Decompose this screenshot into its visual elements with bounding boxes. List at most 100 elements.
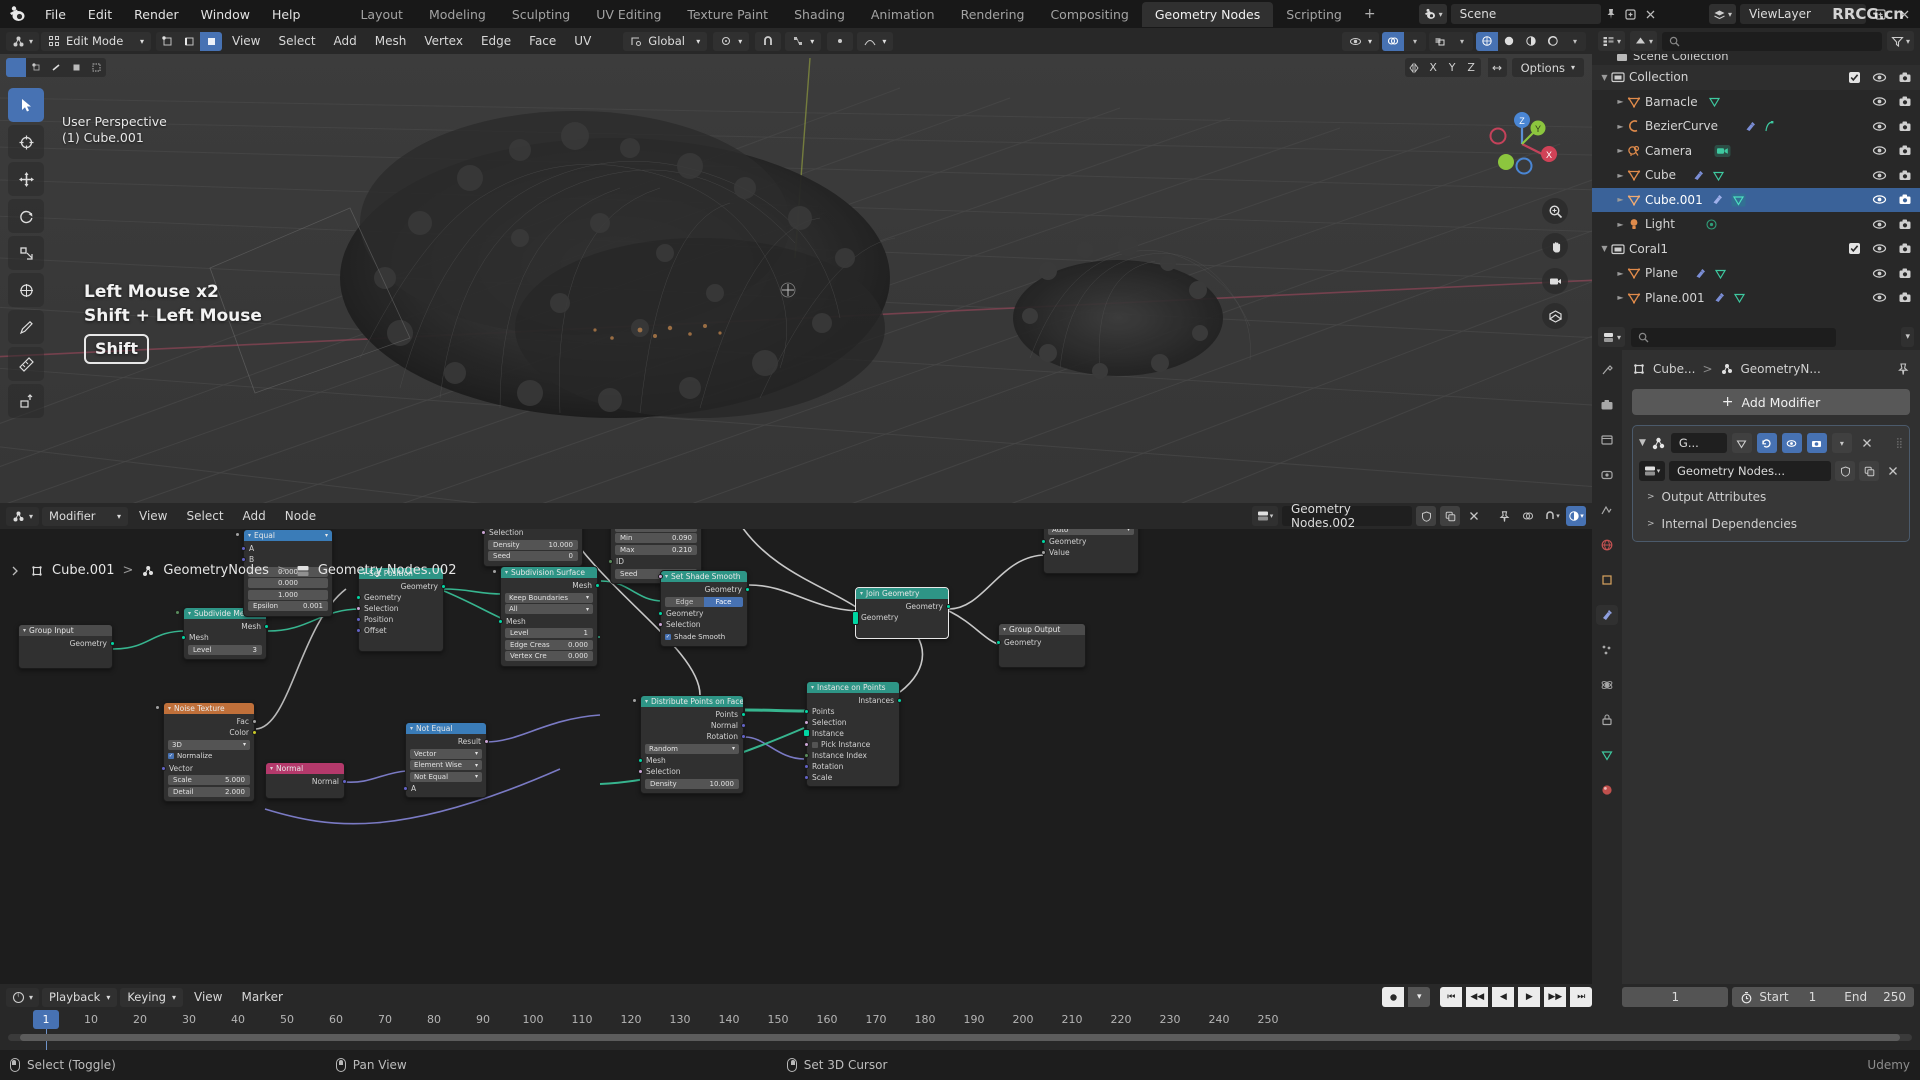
socket-value[interactable]	[1041, 550, 1046, 555]
modifier-panel[interactable]: ▼ G... ▾ ⣿ ▾ Geometry Nodes... > Output …	[1632, 425, 1910, 542]
socket-vector[interactable]	[741, 723, 746, 728]
socket-boolean[interactable]	[658, 574, 663, 579]
id-type-icon[interactable]: ▾	[1630, 31, 1658, 51]
node-input-mesh[interactable]: Mesh	[638, 755, 743, 766]
node-input-geometry[interactable]: Geometry	[852, 611, 948, 625]
shading-wireframe-icon[interactable]	[1476, 31, 1498, 51]
viewport-menu-select[interactable]: Select	[271, 32, 324, 50]
vertex-select-icon[interactable]	[156, 31, 179, 51]
menu-file[interactable]: File	[34, 4, 77, 25]
magnet-icon[interactable]	[755, 31, 782, 51]
outliner-row-plane-001[interactable]: ► Plane.001	[1592, 286, 1920, 311]
node-chk-normalize[interactable]: ✓ Normalize	[168, 751, 250, 761]
node-input-offset[interactable]: Offset	[356, 625, 443, 636]
node-context-dropdown[interactable]: Modifier ▾	[42, 506, 129, 526]
node-dd-operation[interactable]: Not Equal ▾	[410, 771, 482, 782]
filter-icon[interactable]: ▾	[1886, 31, 1914, 51]
outliner-row-plane[interactable]: ► Plane	[1592, 261, 1920, 286]
viewport-toolbar[interactable]	[8, 88, 46, 418]
eye-icon[interactable]	[1872, 71, 1887, 84]
properties-editor-icon[interactable]: ▾	[1598, 327, 1626, 347]
tab-modifier[interactable]	[1596, 605, 1618, 625]
unlink-nodegroup-icon[interactable]	[1883, 461, 1903, 481]
socket-color[interactable]	[252, 730, 257, 735]
zoom-icon[interactable]	[1542, 198, 1568, 224]
outliner-row-light[interactable]: ► Light	[1592, 212, 1920, 237]
mesh-data-icon[interactable]	[1714, 267, 1727, 280]
node-collapse-icon[interactable]: ▾	[410, 725, 413, 732]
render-display-icon[interactable]	[1806, 433, 1827, 453]
socket-geometry[interactable]	[181, 635, 186, 640]
mirror-axis-z[interactable]: Z	[1461, 58, 1481, 77]
nodetree-icon[interactable]: ▾	[1639, 461, 1665, 481]
eye-icon[interactable]	[1872, 169, 1887, 182]
close-icon[interactable]	[1464, 506, 1484, 526]
face-select-icon[interactable]	[200, 31, 223, 51]
disclosure-triangle-icon[interactable]: ▼	[1598, 244, 1611, 253]
camera-render-icon[interactable]	[1898, 242, 1912, 255]
node-input-selection[interactable]: Selection	[638, 766, 743, 777]
rotate-tool-icon[interactable]	[8, 199, 44, 233]
snapping-icon[interactable]: ▾	[785, 31, 822, 51]
disclosure-triangle-icon[interactable]: ►	[1614, 122, 1627, 131]
node-input-mesh[interactable]: Mesh	[181, 632, 266, 643]
menu-window[interactable]: Window	[190, 4, 261, 25]
node-input-value[interactable]: Value	[1041, 547, 1138, 558]
node-input-geometry[interactable]: Geometry	[658, 608, 747, 619]
overlays-icon[interactable]	[1382, 31, 1404, 51]
camera-data-icon[interactable]	[1714, 144, 1731, 158]
timeline-ruler[interactable]: 1 10 20 30 40 50 60 70 80 90 100 110 120…	[0, 1010, 1920, 1057]
node-collapse-icon[interactable]: ▾	[505, 569, 508, 576]
geometry-nodes-editor-icon[interactable]: ▾	[6, 506, 40, 526]
outliner-panel[interactable]: ▾ ▾ ▾ Scene Collection ▼ Collection ► Ba…	[1592, 28, 1920, 324]
socket-boolean[interactable]	[658, 622, 663, 627]
jump-end-icon[interactable]: ⏭	[1570, 987, 1593, 1007]
tab-particles[interactable]	[1596, 640, 1618, 660]
socket-boolean[interactable]	[804, 742, 809, 747]
disclosure-triangle-icon[interactable]: ►	[1614, 195, 1627, 204]
socket-vector[interactable]	[741, 734, 746, 739]
chevron-down-icon[interactable]: ▼	[1639, 438, 1646, 448]
checkbox-icon[interactable]	[812, 741, 818, 748]
tab-scene[interactable]	[1596, 500, 1618, 520]
add-workspace-button[interactable]: +	[1355, 2, 1385, 26]
node-output-geometry[interactable]: Geometry	[19, 638, 115, 649]
topology-mirror-icon[interactable]	[1487, 58, 1507, 77]
timeline-menu-keying[interactable]: Keying ▾	[120, 987, 183, 1007]
node-output-fac[interactable]: Fac	[164, 716, 257, 727]
socket-geometry[interactable]	[110, 641, 115, 646]
properties-options-chevron-icon[interactable]: ▾	[1901, 327, 1914, 347]
socket-geometry[interactable]	[264, 624, 269, 629]
shading-material-icon[interactable]	[1520, 31, 1542, 51]
node-input-position[interactable]: Position	[356, 614, 443, 625]
node-normal[interactable]: ▾ Normal Normal	[265, 762, 347, 799]
fake-user-icon[interactable]	[1835, 461, 1855, 481]
tab-render[interactable]	[1596, 395, 1618, 415]
edge-select-icon[interactable]	[178, 31, 201, 51]
node-output-rotation[interactable]: Rotation	[641, 731, 746, 742]
socket-geometry[interactable]	[356, 595, 361, 600]
viewport-menu-face[interactable]: Face	[521, 32, 564, 50]
node-dd-boundary-smooth[interactable]: Keep Boundaries ▾	[505, 592, 593, 603]
modifier-icon[interactable]	[1711, 193, 1724, 206]
eye-icon[interactable]	[1872, 267, 1887, 280]
socket-value[interactable]	[252, 719, 257, 724]
uv-select-modes[interactable]	[6, 58, 106, 77]
socket-value[interactable]	[632, 698, 637, 703]
node-input-points[interactable]: Points	[804, 706, 899, 717]
node-input-instance[interactable]: Instance	[803, 728, 899, 739]
workspace-tab-modeling[interactable]: Modeling	[416, 2, 499, 27]
workspace-tab-scripting[interactable]: Scripting	[1273, 2, 1355, 27]
socket-geometry-multi[interactable]	[852, 611, 859, 625]
eye-icon[interactable]	[1872, 193, 1887, 206]
node-prop-min[interactable]: Min 0.090	[615, 533, 697, 543]
scene-name-field[interactable]: Scene	[1450, 4, 1601, 24]
shield-icon[interactable]	[1416, 506, 1436, 526]
show-gizmo-icon[interactable]: ▾	[1341, 31, 1379, 51]
proportional-falloff-icon[interactable]: ▾	[857, 31, 894, 51]
tab-physics[interactable]	[1596, 675, 1618, 695]
node-prop-vertex-crease[interactable]: Vertex Cre 0.000	[492, 569, 593, 661]
shading-rendered-icon[interactable]	[1542, 31, 1564, 51]
timeline-editor-icon[interactable]: ▾	[6, 987, 40, 1007]
menu-render[interactable]: Render	[123, 4, 190, 25]
